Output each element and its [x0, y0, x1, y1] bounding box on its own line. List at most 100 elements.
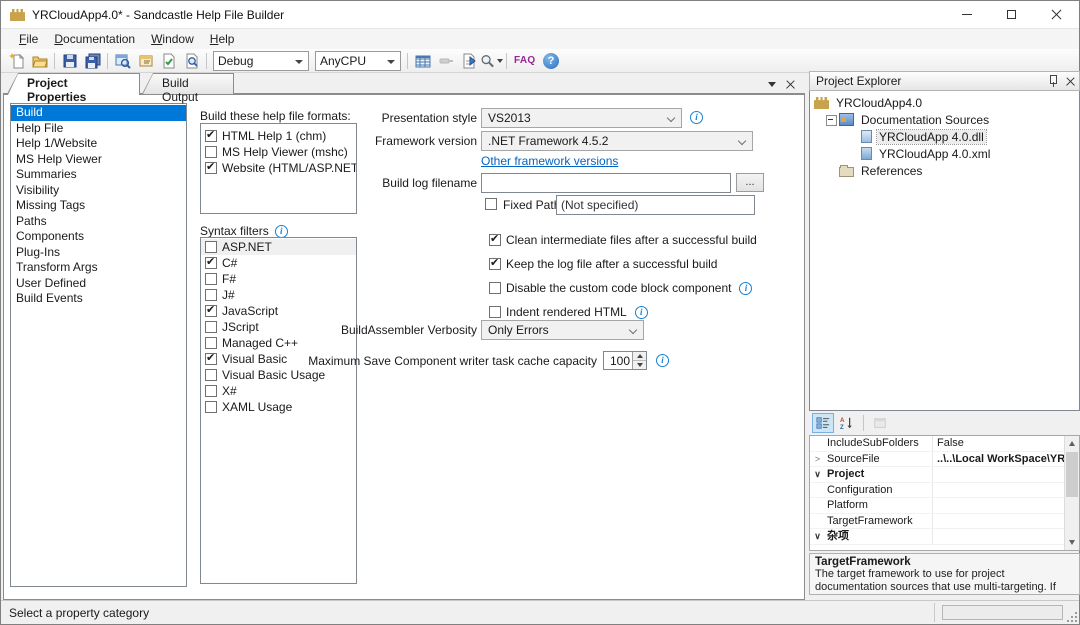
- other-framework-versions-link[interactable]: Other framework versions: [481, 154, 618, 168]
- category-item[interactable]: Components: [11, 229, 186, 245]
- faq-button[interactable]: FAQ: [510, 55, 539, 66]
- category-item[interactable]: Transform Args: [11, 260, 186, 276]
- info-icon[interactable]: i: [275, 225, 288, 238]
- property-row[interactable]: SourceFile ..\..\Local WorkSpace\YRClo: [810, 452, 1064, 468]
- resize-grip-icon[interactable]: [1067, 612, 1077, 622]
- verbosity-combobox[interactable]: Only Errors: [481, 320, 644, 340]
- tree-item[interactable]: YRCloudApp4.0: [810, 94, 1079, 111]
- syntax-checkbox-row[interactable]: F#: [201, 271, 356, 287]
- syntax-checkbox-row[interactable]: X#: [201, 383, 356, 399]
- close-button[interactable]: [1034, 1, 1079, 28]
- syntax-checkbox-row[interactable]: JavaScript: [201, 303, 356, 319]
- property-row[interactable]: IncludeSubFolders False: [810, 436, 1064, 452]
- build-option-row[interactable]: Clean intermediate files after a success…: [485, 228, 805, 252]
- scrollbar[interactable]: [1064, 436, 1079, 550]
- tree-item[interactable]: Documentation Sources: [810, 111, 1079, 128]
- scroll-down-button[interactable]: [1065, 535, 1079, 550]
- project-explorer-window-button[interactable]: [111, 50, 134, 72]
- expander-icon[interactable]: [825, 113, 839, 127]
- tree-item[interactable]: References: [810, 162, 1079, 179]
- info-icon[interactable]: i: [635, 306, 648, 319]
- save-all-button[interactable]: [81, 50, 104, 72]
- syntax-checkbox-row[interactable]: J#: [201, 287, 356, 303]
- option-label: Disable the custom code block component: [506, 281, 731, 295]
- new-project-button[interactable]: [5, 50, 28, 72]
- maximize-button[interactable]: [989, 1, 1034, 28]
- entity-references-window-button[interactable]: [157, 50, 180, 72]
- build-option-row[interactable]: Disable the custom code block component …: [485, 276, 805, 300]
- category-item[interactable]: Plug-Ins: [11, 245, 186, 261]
- fixed-path-checkbox[interactable]: [485, 198, 497, 210]
- save-button[interactable]: [58, 50, 81, 72]
- new-document-icon: [9, 53, 25, 69]
- configuration-combobox[interactable]: Debug: [213, 51, 309, 71]
- project-properties-window-button[interactable]: [134, 50, 157, 72]
- row-expander-icon[interactable]: [810, 483, 825, 498]
- browse-button[interactable]: ...: [736, 173, 764, 192]
- property-row[interactable]: Configuration: [810, 483, 1064, 499]
- presentation-style-combobox[interactable]: VS2013: [481, 108, 682, 128]
- cache-capacity-spinner[interactable]: 100: [603, 351, 647, 370]
- property-pages-button[interactable]: [869, 413, 891, 433]
- view-help-file-button[interactable]: [457, 50, 480, 72]
- expander-icon[interactable]: [825, 164, 839, 178]
- tab-build-output[interactable]: Build Output: [142, 73, 234, 94]
- row-expander-icon[interactable]: [810, 498, 825, 513]
- search-button[interactable]: [480, 50, 503, 72]
- build-project-button[interactable]: [411, 50, 434, 72]
- syntax-checkbox-row[interactable]: C#: [201, 255, 356, 271]
- row-expander-icon[interactable]: [810, 514, 825, 529]
- expander-icon[interactable]: [845, 147, 859, 161]
- scroll-up-button[interactable]: [1065, 436, 1079, 451]
- platform-combobox[interactable]: AnyCPU: [315, 51, 401, 71]
- syntax-checkbox-row[interactable]: XAML Usage: [201, 399, 356, 415]
- build-option-row[interactable]: Keep the log file after a successful bui…: [485, 252, 805, 276]
- build-icon: [415, 53, 431, 69]
- menu-item[interactable]: Documentation: [46, 30, 143, 48]
- entity-references-icon: [161, 53, 177, 69]
- info-icon[interactable]: i: [656, 354, 669, 367]
- row-expander-icon[interactable]: [810, 452, 825, 467]
- tree-item[interactable]: YRCloudApp 4.0.dll: [810, 128, 1079, 145]
- syntax-checkbox-row[interactable]: ASP.NET: [201, 239, 356, 255]
- preview-topic-window-button[interactable]: [180, 50, 203, 72]
- title-bar: YRCloudApp4.0* - Sandcastle Help File Bu…: [1, 1, 1079, 29]
- help-button[interactable]: ?: [539, 50, 562, 72]
- fixed-path-value-box[interactable]: (Not specified): [556, 195, 755, 215]
- category-item[interactable]: User Defined: [11, 276, 186, 292]
- info-icon[interactable]: i: [739, 282, 752, 295]
- expander-icon[interactable]: [845, 130, 859, 144]
- pin-icon[interactable]: [1048, 75, 1058, 87]
- property-row[interactable]: 杂项: [810, 529, 1064, 545]
- categorized-view-button[interactable]: [812, 413, 834, 433]
- property-value: [932, 467, 1064, 482]
- tab-close-button[interactable]: [783, 77, 797, 91]
- row-expander-icon[interactable]: [810, 467, 825, 482]
- row-expander-icon[interactable]: [810, 436, 825, 451]
- alphabetical-sort-button[interactable]: AZ: [836, 413, 858, 433]
- tab-project-properties[interactable]: Project Properties: [7, 73, 140, 94]
- close-icon[interactable]: [1066, 77, 1075, 86]
- category-item[interactable]: MS Help Viewer: [11, 152, 186, 168]
- menu-item[interactable]: File: [11, 30, 46, 48]
- framework-version-combobox[interactable]: .NET Framework 4.5.2: [481, 131, 753, 151]
- menu-item[interactable]: Help: [202, 30, 243, 48]
- minimize-button[interactable]: [944, 1, 989, 28]
- cancel-build-button[interactable]: [434, 50, 457, 72]
- spin-down-button[interactable]: [633, 361, 646, 369]
- info-icon[interactable]: i: [690, 111, 703, 124]
- spin-up-button[interactable]: [633, 352, 646, 361]
- open-project-button[interactable]: [28, 50, 51, 72]
- build-log-filename-input[interactable]: [481, 173, 731, 193]
- menu-item[interactable]: Window: [143, 30, 202, 48]
- preview-topic-icon: [184, 53, 200, 69]
- tree-item[interactable]: YRCloudApp 4.0.xml: [810, 145, 1079, 162]
- tab-list-dropdown-button[interactable]: [765, 77, 779, 91]
- scrollbar-thumb[interactable]: [1066, 452, 1078, 497]
- property-row[interactable]: TargetFramework: [810, 514, 1064, 530]
- category-item[interactable]: Build Events: [11, 291, 186, 307]
- category-item[interactable]: Paths: [11, 214, 186, 230]
- row-expander-icon[interactable]: [810, 529, 825, 544]
- property-row[interactable]: Platform: [810, 498, 1064, 514]
- property-row[interactable]: Project: [810, 467, 1064, 483]
